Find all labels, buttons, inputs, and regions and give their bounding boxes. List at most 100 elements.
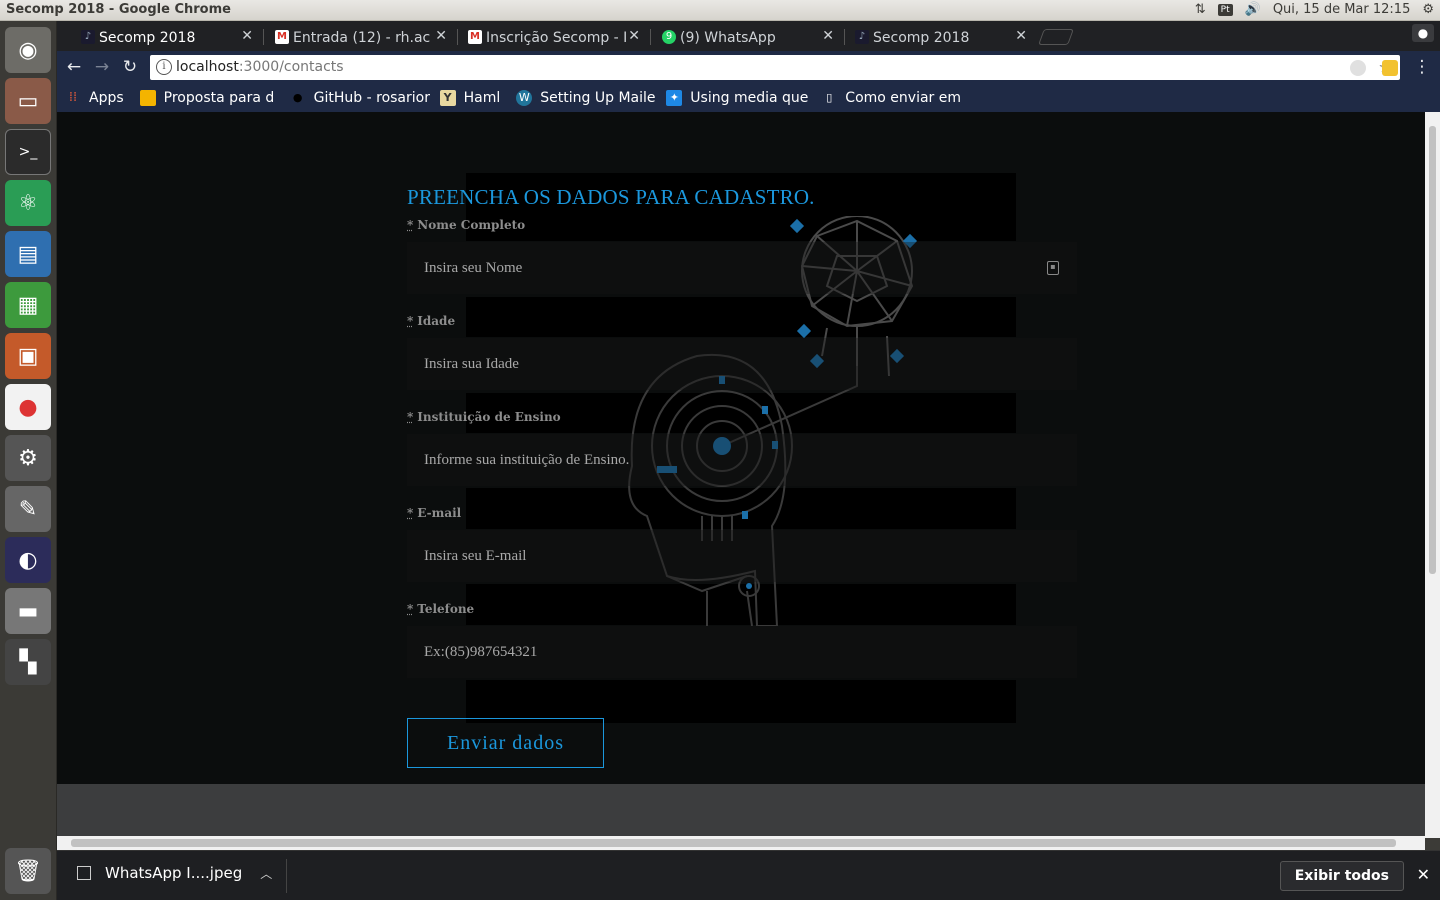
bookmark-como-enviar[interactable]: ▯ Como enviar em [813,90,963,106]
browser-toolbar: ← → ↻ i localhost:3000/contacts ⊕ ☆ ⋮ [57,51,1440,84]
forward-arrow-icon[interactable]: → [91,56,113,78]
scrollbar-thumb[interactable] [71,839,1396,847]
bookmark-haml[interactable]: Y Haml [432,90,509,106]
close-icon[interactable]: ✕ [1417,865,1430,884]
system-tray: ⇅ Pt 🔊 Qui, 15 de Mar 12:15 ⚙ [1195,2,1434,17]
calc-icon[interactable]: ▦ [5,282,51,328]
atom-editor-icon[interactable]: ⚛ [5,180,51,226]
label-text: Nome Completo [417,218,526,232]
tab-title: (9) WhatsApp [680,29,776,46]
eclipse-icon[interactable]: ◐ [5,537,51,583]
download-item[interactable]: WhatsApp I....jpeg ︿ [77,864,272,882]
gmail-favicon-icon: M [468,30,482,44]
label-text: Instituição de Ensino [417,410,561,424]
close-icon[interactable]: ✕ [1015,28,1027,44]
show-all-downloads-button[interactable]: Exibir todos [1279,861,1404,891]
haml-icon: Y [439,90,456,106]
extension-circle-icon[interactable] [1350,60,1366,76]
bg-strip [466,488,1016,529]
files-icon[interactable]: ▭ [5,78,51,124]
window-title: Secomp 2018 - Google Chrome [6,2,231,17]
chrome-menu-icon[interactable]: ⋮ [1411,56,1433,78]
network-icon[interactable]: ⇅ [1195,2,1206,17]
idade-input[interactable] [407,338,1077,390]
tab-gmail-inscricao[interactable]: M Inscrição Secomp - I ✕ [460,24,646,51]
text-editor-icon[interactable]: ✎ [5,486,51,532]
close-icon[interactable]: ✕ [241,28,253,44]
chrome-icon[interactable]: ● [5,384,51,430]
new-tab-button[interactable] [1038,29,1074,45]
ubuntu-dash-icon[interactable]: ◉ [5,27,51,73]
tab-divider [263,29,264,45]
bookmark-proposta[interactable]: Proposta para d [132,90,282,106]
bookmark-label: Using media que [690,90,809,106]
back-arrow-icon[interactable]: ← [63,56,85,78]
bookmark-label: Como enviar em [845,90,961,106]
writer-icon[interactable]: ▤ [5,231,51,277]
profile-icon[interactable]: ● [1412,24,1434,42]
instituicao-input[interactable] [407,434,1077,486]
settings-gear-icon[interactable]: ⚙ [1422,2,1434,17]
terminal-icon[interactable]: >_ [5,129,51,175]
volume-icon[interactable]: 🔊 [1245,2,1261,17]
site-info-icon[interactable]: i [156,59,172,75]
form-title: PREENCHA OS DADOS PARA CADASTRO. [407,185,815,209]
bookmark-label: Apps [89,90,124,106]
gmail-favicon-icon: M [275,30,289,44]
email-input[interactable] [407,530,1077,582]
shelf-divider [286,859,287,893]
address-bar[interactable]: i localhost:3000/contacts ⊕ ☆ [150,55,1400,80]
enviar-dados-button[interactable]: Enviar dados [407,718,604,768]
tab-secomp-active[interactable]: ♪ Secomp 2018 ✕ [73,24,259,51]
vertical-scrollbar[interactable] [1425,112,1440,838]
required-mark: * [407,314,414,328]
close-icon[interactable]: ✕ [628,28,640,44]
url-text[interactable]: localhost:3000/contacts [176,59,344,75]
label-idade: * Idade [407,314,455,328]
app-launcher: ◉ ▭ >_ ⚛ ▤ ▦ ▣ ● ⚙ ✎ ◐ ▬ ▚ 🗑 [0,21,57,900]
page-icon: ▯ [826,91,833,104]
close-icon[interactable]: ✕ [822,28,834,44]
page-viewport: PREENCHA OS DADOS PARA CADASTRO. * Nome C… [57,112,1425,838]
required-mark: * [407,218,414,232]
system-settings-icon[interactable]: ⚙ [5,435,51,481]
bg-strip [466,297,1016,337]
bookmark-media-queries[interactable]: ✦ Using media que [658,90,813,106]
bookmark-mailer[interactable]: W Setting Up Maile [508,90,658,106]
nome-completo-input[interactable] [407,242,1077,294]
close-icon[interactable]: ✕ [435,28,447,44]
horizontal-scrollbar[interactable] [57,836,1425,850]
keyboard-layout-indicator[interactable]: Pt [1217,3,1233,16]
tab-title: Entrada (12) - rh.ac [293,29,431,46]
bookmark-github[interactable]: ● GitHub - rosarior [282,90,432,106]
extension-notes-icon[interactable] [1382,60,1398,76]
autofill-contact-icon[interactable]: ▪ [1047,261,1059,275]
tab-title: Inscrição Secomp - I [486,29,628,46]
scanner-icon[interactable]: ▬ [5,588,51,634]
bookmark-label: Setting Up Maile [540,90,656,106]
tab-whatsapp[interactable]: 9 (9) WhatsApp ✕ [654,24,840,51]
label-email: * E-mail [407,506,461,520]
trash-icon[interactable]: 🗑 [5,848,51,894]
file-icon [77,866,91,880]
label-instituicao: * Instituição de Ensino [407,410,561,424]
tab-secomp[interactable]: ♪ Secomp 2018 ✕ [847,24,1033,51]
tab-gmail-inbox[interactable]: M Entrada (12) - rh.ac ✕ [267,24,453,51]
required-mark: * [407,506,414,520]
bookmarks-bar: ⁞⁞ Apps Proposta para d ● GitHub - rosar… [57,84,1440,112]
scrollbar-thumb[interactable] [1429,126,1436,574]
secomp-favicon-icon: ♪ [855,30,869,44]
clock[interactable]: Qui, 15 de Mar 12:15 [1273,2,1411,17]
workspace-switcher-icon[interactable]: ▚ [5,639,51,685]
reload-icon[interactable]: ↻ [119,56,141,78]
apps-grid-icon: ⁞⁞ [68,90,78,105]
impress-icon[interactable]: ▣ [5,333,51,379]
telefone-input[interactable] [407,626,1077,678]
label-telefone: * Telefone [407,602,474,616]
chevron-up-icon[interactable]: ︿ [260,865,272,882]
bookmark-apps[interactable]: ⁞⁞ Apps [57,90,132,106]
wordpress-icon: W [516,90,533,106]
bg-strip [466,584,1016,625]
required-mark: * [407,410,414,424]
label-nome-completo: * Nome Completo [407,218,525,232]
